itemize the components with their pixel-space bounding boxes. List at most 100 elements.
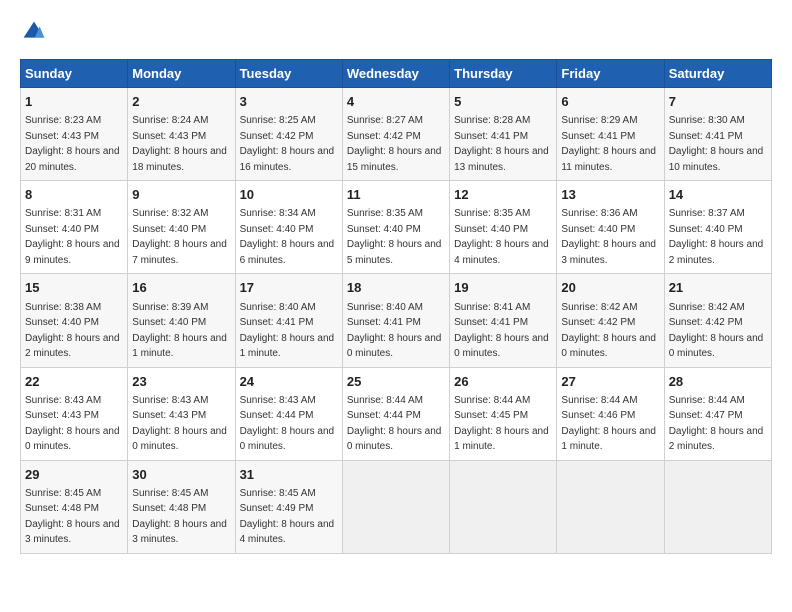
day-info: Sunrise: 8:34 AMSunset: 4:40 PMDaylight:… <box>240 208 335 266</box>
day-number: 11 <box>347 186 445 204</box>
day-info: Sunrise: 8:40 AMSunset: 4:41 PMDaylight:… <box>240 302 335 360</box>
day-info: Sunrise: 8:43 AMSunset: 4:43 PMDaylight:… <box>25 395 120 453</box>
day-number: 13 <box>561 186 659 204</box>
calendar-day-cell: 24 Sunrise: 8:43 AMSunset: 4:44 PMDaylig… <box>235 367 342 460</box>
calendar-day-cell: 1 Sunrise: 8:23 AMSunset: 4:43 PMDayligh… <box>21 88 128 181</box>
calendar-week-row: 15 Sunrise: 8:38 AMSunset: 4:40 PMDaylig… <box>21 274 772 367</box>
day-number: 10 <box>240 186 338 204</box>
day-number: 7 <box>669 93 767 111</box>
calendar-day-cell: 20 Sunrise: 8:42 AMSunset: 4:42 PMDaylig… <box>557 274 664 367</box>
calendar-week-row: 1 Sunrise: 8:23 AMSunset: 4:43 PMDayligh… <box>21 88 772 181</box>
calendar-day-cell: 31 Sunrise: 8:45 AMSunset: 4:49 PMDaylig… <box>235 460 342 553</box>
day-info: Sunrise: 8:30 AMSunset: 4:41 PMDaylight:… <box>669 115 764 173</box>
calendar-day-cell: 5 Sunrise: 8:28 AMSunset: 4:41 PMDayligh… <box>450 88 557 181</box>
day-number: 29 <box>25 466 123 484</box>
calendar-day-cell <box>450 460 557 553</box>
day-info: Sunrise: 8:28 AMSunset: 4:41 PMDaylight:… <box>454 115 549 173</box>
calendar-day-cell: 6 Sunrise: 8:29 AMSunset: 4:41 PMDayligh… <box>557 88 664 181</box>
day-number: 4 <box>347 93 445 111</box>
day-number: 22 <box>25 373 123 391</box>
calendar-day-cell: 28 Sunrise: 8:44 AMSunset: 4:47 PMDaylig… <box>664 367 771 460</box>
day-info: Sunrise: 8:27 AMSunset: 4:42 PMDaylight:… <box>347 115 442 173</box>
calendar-table: SundayMondayTuesdayWednesdayThursdayFrid… <box>20 59 772 554</box>
calendar-day-cell: 29 Sunrise: 8:45 AMSunset: 4:48 PMDaylig… <box>21 460 128 553</box>
day-number: 15 <box>25 279 123 297</box>
day-number: 16 <box>132 279 230 297</box>
day-number: 12 <box>454 186 552 204</box>
day-info: Sunrise: 8:36 AMSunset: 4:40 PMDaylight:… <box>561 208 656 266</box>
day-number: 24 <box>240 373 338 391</box>
day-info: Sunrise: 8:41 AMSunset: 4:41 PMDaylight:… <box>454 302 549 360</box>
logo <box>20 20 46 49</box>
calendar-day-cell: 14 Sunrise: 8:37 AMSunset: 4:40 PMDaylig… <box>664 181 771 274</box>
calendar-day-cell <box>342 460 449 553</box>
calendar-day-cell: 17 Sunrise: 8:40 AMSunset: 4:41 PMDaylig… <box>235 274 342 367</box>
calendar-day-cell: 21 Sunrise: 8:42 AMSunset: 4:42 PMDaylig… <box>664 274 771 367</box>
day-info: Sunrise: 8:45 AMSunset: 4:49 PMDaylight:… <box>240 488 335 546</box>
day-info: Sunrise: 8:45 AMSunset: 4:48 PMDaylight:… <box>132 488 227 546</box>
day-info: Sunrise: 8:35 AMSunset: 4:40 PMDaylight:… <box>347 208 442 266</box>
day-info: Sunrise: 8:44 AMSunset: 4:44 PMDaylight:… <box>347 395 442 453</box>
calendar-day-cell: 11 Sunrise: 8:35 AMSunset: 4:40 PMDaylig… <box>342 181 449 274</box>
day-info: Sunrise: 8:43 AMSunset: 4:44 PMDaylight:… <box>240 395 335 453</box>
day-number: 8 <box>25 186 123 204</box>
weekday-header: Sunday <box>21 60 128 88</box>
calendar-day-cell: 16 Sunrise: 8:39 AMSunset: 4:40 PMDaylig… <box>128 274 235 367</box>
day-number: 19 <box>454 279 552 297</box>
day-number: 20 <box>561 279 659 297</box>
weekday-header: Thursday <box>450 60 557 88</box>
day-number: 6 <box>561 93 659 111</box>
day-info: Sunrise: 8:38 AMSunset: 4:40 PMDaylight:… <box>25 302 120 360</box>
day-info: Sunrise: 8:44 AMSunset: 4:46 PMDaylight:… <box>561 395 656 453</box>
day-number: 3 <box>240 93 338 111</box>
calendar-week-row: 29 Sunrise: 8:45 AMSunset: 4:48 PMDaylig… <box>21 460 772 553</box>
day-info: Sunrise: 8:42 AMSunset: 4:42 PMDaylight:… <box>669 302 764 360</box>
calendar-week-row: 8 Sunrise: 8:31 AMSunset: 4:40 PMDayligh… <box>21 181 772 274</box>
day-info: Sunrise: 8:24 AMSunset: 4:43 PMDaylight:… <box>132 115 227 173</box>
day-info: Sunrise: 8:29 AMSunset: 4:41 PMDaylight:… <box>561 115 656 173</box>
calendar-day-cell: 10 Sunrise: 8:34 AMSunset: 4:40 PMDaylig… <box>235 181 342 274</box>
weekday-header: Tuesday <box>235 60 342 88</box>
day-number: 2 <box>132 93 230 111</box>
calendar-day-cell: 19 Sunrise: 8:41 AMSunset: 4:41 PMDaylig… <box>450 274 557 367</box>
day-number: 25 <box>347 373 445 391</box>
day-info: Sunrise: 8:44 AMSunset: 4:47 PMDaylight:… <box>669 395 764 453</box>
logo-icon <box>22 20 46 44</box>
calendar-week-row: 22 Sunrise: 8:43 AMSunset: 4:43 PMDaylig… <box>21 367 772 460</box>
weekday-header: Friday <box>557 60 664 88</box>
calendar-day-cell: 18 Sunrise: 8:40 AMSunset: 4:41 PMDaylig… <box>342 274 449 367</box>
page-header <box>20 20 772 49</box>
calendar-day-cell: 12 Sunrise: 8:35 AMSunset: 4:40 PMDaylig… <box>450 181 557 274</box>
weekday-header: Wednesday <box>342 60 449 88</box>
weekday-header: Monday <box>128 60 235 88</box>
day-number: 17 <box>240 279 338 297</box>
calendar-day-cell: 26 Sunrise: 8:44 AMSunset: 4:45 PMDaylig… <box>450 367 557 460</box>
day-number: 14 <box>669 186 767 204</box>
calendar-day-cell: 7 Sunrise: 8:30 AMSunset: 4:41 PMDayligh… <box>664 88 771 181</box>
day-info: Sunrise: 8:31 AMSunset: 4:40 PMDaylight:… <box>25 208 120 266</box>
day-number: 26 <box>454 373 552 391</box>
day-number: 1 <box>25 93 123 111</box>
day-number: 21 <box>669 279 767 297</box>
day-info: Sunrise: 8:43 AMSunset: 4:43 PMDaylight:… <box>132 395 227 453</box>
day-info: Sunrise: 8:25 AMSunset: 4:42 PMDaylight:… <box>240 115 335 173</box>
day-number: 28 <box>669 373 767 391</box>
calendar-day-cell: 13 Sunrise: 8:36 AMSunset: 4:40 PMDaylig… <box>557 181 664 274</box>
calendar-day-cell <box>664 460 771 553</box>
day-number: 27 <box>561 373 659 391</box>
day-info: Sunrise: 8:40 AMSunset: 4:41 PMDaylight:… <box>347 302 442 360</box>
calendar-day-cell: 3 Sunrise: 8:25 AMSunset: 4:42 PMDayligh… <box>235 88 342 181</box>
calendar-day-cell: 8 Sunrise: 8:31 AMSunset: 4:40 PMDayligh… <box>21 181 128 274</box>
weekday-header: Saturday <box>664 60 771 88</box>
calendar-day-cell <box>557 460 664 553</box>
calendar-day-cell: 4 Sunrise: 8:27 AMSunset: 4:42 PMDayligh… <box>342 88 449 181</box>
day-number: 9 <box>132 186 230 204</box>
calendar-day-cell: 27 Sunrise: 8:44 AMSunset: 4:46 PMDaylig… <box>557 367 664 460</box>
day-number: 5 <box>454 93 552 111</box>
day-info: Sunrise: 8:32 AMSunset: 4:40 PMDaylight:… <box>132 208 227 266</box>
day-number: 18 <box>347 279 445 297</box>
calendar-header-row: SundayMondayTuesdayWednesdayThursdayFrid… <box>21 60 772 88</box>
day-info: Sunrise: 8:23 AMSunset: 4:43 PMDaylight:… <box>25 115 120 173</box>
calendar-day-cell: 23 Sunrise: 8:43 AMSunset: 4:43 PMDaylig… <box>128 367 235 460</box>
day-number: 30 <box>132 466 230 484</box>
